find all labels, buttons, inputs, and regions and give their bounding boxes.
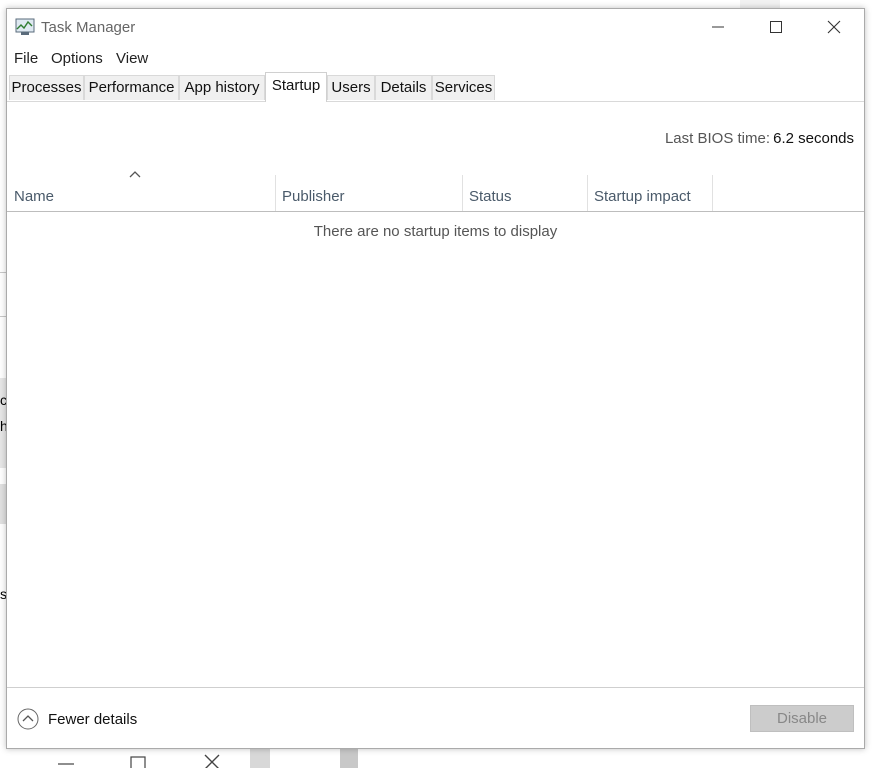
- background-close-icon: [204, 752, 220, 773]
- background-scrollbar: [340, 748, 358, 768]
- tab-processes[interactable]: Processes: [9, 75, 84, 100]
- column-header-publisher[interactable]: Publisher: [282, 175, 462, 211]
- bios-time-label: Last BIOS time:: [664, 130, 770, 147]
- maximize-icon: [770, 21, 782, 33]
- column-divider[interactable]: [712, 175, 713, 211]
- title-bar[interactable]: Task Manager: [7, 9, 864, 45]
- tab-users[interactable]: Users: [327, 75, 375, 100]
- chevron-up-circle-icon: [17, 708, 39, 730]
- tab-performance[interactable]: Performance: [84, 75, 179, 100]
- tab-details[interactable]: Details: [375, 75, 432, 100]
- startup-table-header: Name Publisher Status Startup impact: [7, 175, 864, 212]
- fewer-details-button[interactable]: Fewer details: [17, 707, 137, 731]
- tab-services[interactable]: Services: [432, 75, 495, 100]
- column-divider[interactable]: [462, 175, 463, 211]
- background-maximize-icon: [130, 752, 146, 773]
- background-minimize-icon: [58, 752, 74, 773]
- fewer-details-label: Fewer details: [48, 710, 138, 728]
- empty-state-message: There are no startup items to display: [313, 223, 558, 240]
- menu-options[interactable]: Options: [51, 50, 103, 67]
- menu-file[interactable]: File: [14, 50, 38, 67]
- close-button[interactable]: [805, 9, 863, 45]
- maximize-button[interactable]: [747, 9, 805, 45]
- window-title: Task Manager: [41, 19, 136, 36]
- task-manager-window: Task Manager File Options View Processes…: [6, 8, 865, 749]
- column-header-name[interactable]: Name: [14, 175, 274, 211]
- close-icon: [827, 20, 841, 34]
- minimize-icon: [712, 26, 724, 28]
- menu-view[interactable]: View: [116, 50, 148, 67]
- disable-button[interactable]: Disable: [750, 705, 854, 732]
- tab-startup[interactable]: Startup: [265, 72, 327, 102]
- task-manager-icon: [15, 18, 35, 35]
- background-scrollbar: [250, 748, 270, 768]
- column-header-startup-impact[interactable]: Startup impact: [594, 175, 712, 211]
- tab-app-history[interactable]: App history: [179, 75, 265, 100]
- column-header-status[interactable]: Status: [469, 175, 587, 211]
- bios-time-value: 6.2 seconds: [773, 130, 854, 147]
- tab-strip: Processes Performance App history Startu…: [7, 70, 864, 102]
- background-panel: [740, 0, 780, 8]
- minimize-button[interactable]: [689, 9, 747, 45]
- column-divider[interactable]: [587, 175, 588, 211]
- footer-bar: Fewer details Disable: [7, 687, 864, 748]
- column-divider[interactable]: [275, 175, 276, 211]
